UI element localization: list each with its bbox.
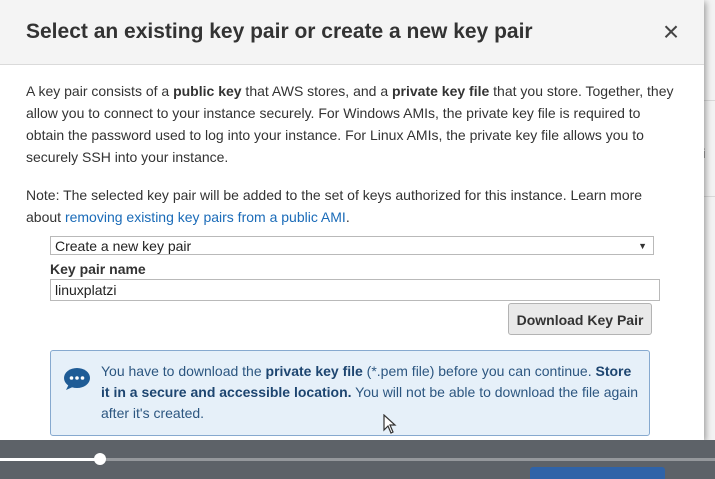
close-icon[interactable]: ×: [663, 16, 679, 47]
select-value: Create a new key pair: [55, 238, 192, 254]
info-alert: You have to download the private key fil…: [50, 350, 650, 436]
video-progress-fill: [0, 458, 101, 461]
video-progress-bar[interactable]: [0, 453, 715, 465]
chat-bubble-icon: [64, 368, 90, 390]
note-text: .: [345, 209, 350, 225]
info-emphasis: private key file: [265, 363, 363, 379]
background-button: [530, 467, 665, 479]
chevron-down-icon: ▼: [638, 241, 647, 251]
dialog-header: Select an existing key pair or create a …: [0, 0, 704, 65]
info-text: You have to download the: [101, 363, 266, 379]
close-button[interactable]: ×: [658, 18, 684, 46]
dialog-title: Select an existing key pair or create a …: [26, 20, 533, 43]
learn-more-link[interactable]: removing existing key pairs from a publi…: [65, 209, 346, 225]
download-key-pair-button[interactable]: Download Key Pair: [508, 303, 652, 335]
key-pair-name-label: Key pair name: [50, 261, 146, 277]
mouse-cursor-icon: [383, 414, 397, 434]
intro-paragraph: A key pair consists of a public key that…: [26, 80, 676, 168]
key-pair-dialog: Select an existing key pair or create a …: [0, 0, 704, 440]
note-paragraph: Note: The selected key pair will be adde…: [26, 184, 676, 228]
intro-emphasis: private key file: [392, 83, 490, 99]
info-text: (*.pem file) before you can continue.: [362, 363, 596, 379]
info-message: You have to download the private key fil…: [101, 361, 643, 424]
intro-text: that AWS stores, and a: [241, 83, 392, 99]
video-scrubber-handle[interactable]: [94, 453, 107, 465]
intro-emphasis: public key: [173, 83, 242, 99]
intro-text: A key pair consists of a: [26, 83, 174, 99]
key-pair-name-input[interactable]: [50, 279, 660, 301]
key-pair-option-select[interactable]: Create a new key pair ▼: [50, 236, 654, 255]
